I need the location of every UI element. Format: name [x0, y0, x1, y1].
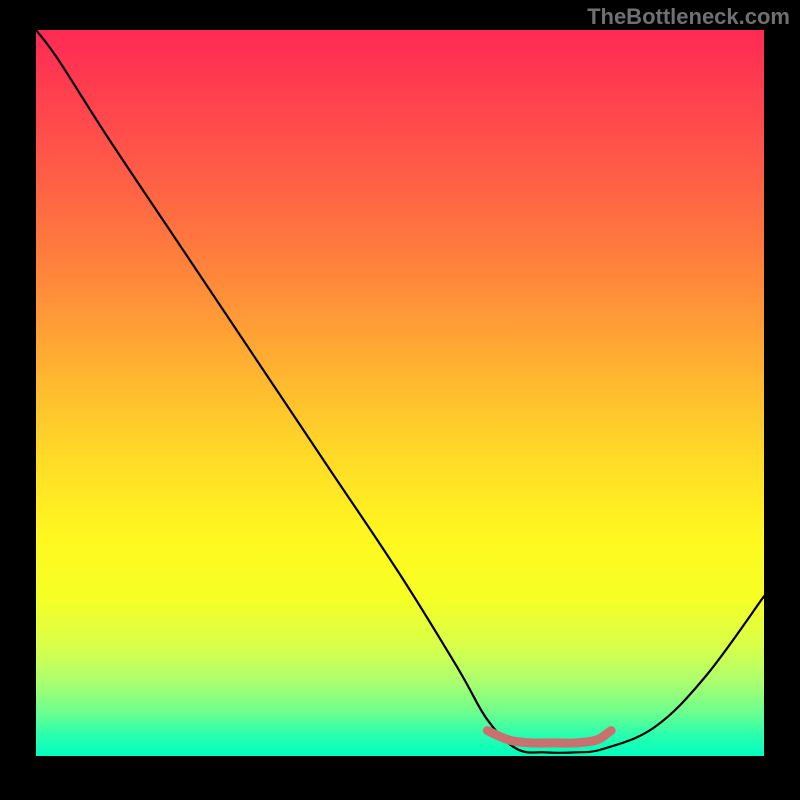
- optimal-band-path: [487, 731, 611, 744]
- bottleneck-curve-path: [36, 30, 764, 753]
- chart-area: [36, 30, 764, 756]
- watermark-text: TheBottleneck.com: [587, 4, 790, 30]
- chart-svg: [36, 30, 764, 756]
